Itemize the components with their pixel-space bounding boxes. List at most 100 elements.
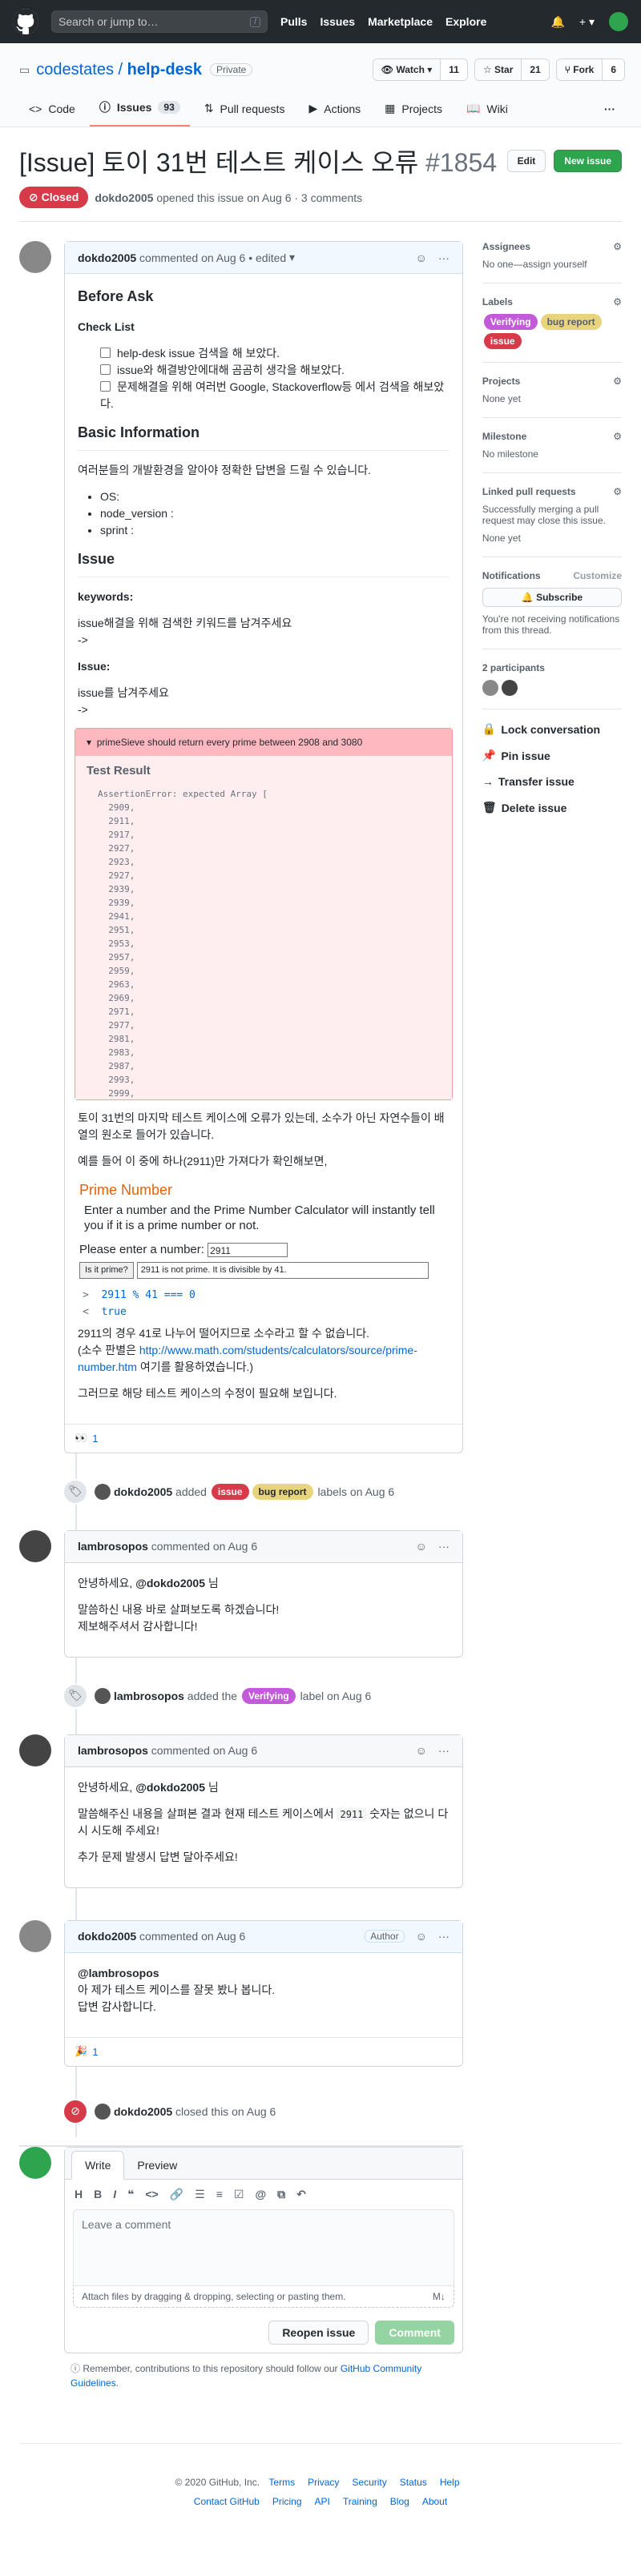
kebab-icon[interactable]: ··· [438,1540,450,1553]
attach-files[interactable]: Attach files by dragging & dropping, sel… [73,2285,454,2308]
footer-link[interactable]: Help [440,2477,460,2488]
gear-icon[interactable]: ⚙ [613,431,622,442]
link-icon[interactable]: 🔗 [170,2188,183,2201]
reopen-button[interactable]: Reopen issue [268,2320,369,2345]
plus-dropdown-icon[interactable]: + ▾ [579,15,595,29]
footer-link[interactable]: Status [400,2477,427,2488]
footer-link[interactable]: Privacy [308,2477,339,2488]
reply-icon[interactable]: ↶ [296,2188,306,2201]
heading-icon[interactable]: H [75,2188,83,2201]
footer-link[interactable]: Pricing [272,2496,302,2507]
smiley-icon[interactable]: ☺ [416,1930,427,1943]
label-issue[interactable]: issue [211,1483,249,1500]
footer-link[interactable]: Terms [268,2477,295,2488]
comment-button[interactable]: Comment [375,2320,454,2345]
label-verifying[interactable]: Verifying [241,1687,296,1704]
reference-icon[interactable]: ⧉ [277,2188,285,2201]
tab-pull-requests[interactable]: ⇅ Pull requests [195,102,295,127]
bold-icon[interactable]: B [94,2188,102,2201]
avatar [95,2103,111,2120]
reaction-bar[interactable]: 👀 1 [65,1423,462,1453]
transfer-issue[interactable]: → Transfer issue [482,775,622,788]
label-bug-report[interactable]: bug report [540,314,602,330]
footer-link[interactable]: Training [343,2496,377,2507]
label-verifying[interactable]: Verifying [483,314,538,330]
footer-link[interactable]: Security [352,2477,386,2488]
avatar[interactable] [19,241,51,273]
customize-link[interactable]: Customize [573,570,622,581]
calc-input: 2911 [208,1242,288,1257]
repo-name-link[interactable]: help-desk [127,61,202,78]
github-logo-icon[interactable] [13,9,38,34]
task-list-icon[interactable]: ☑ [234,2188,244,2201]
tab-actions[interactable]: ▶ Actions [299,102,370,127]
label-bug-report[interactable]: bug report [252,1483,313,1500]
heading-basic-info: Basic Information [78,422,450,451]
mention-icon[interactable]: @ [255,2188,266,2201]
participant-avatar[interactable] [482,680,498,696]
star-button[interactable]: ☆ Star 21 [474,58,550,81]
smiley-icon[interactable]: ☺ [416,1540,427,1553]
numbered-list-icon[interactable]: ≡ [216,2188,223,2201]
kebab-icon[interactable]: ··· [438,1744,450,1757]
calc-result-row: Is it prime? 2911 is not prime. It is di… [79,1260,450,1279]
tab-wiki[interactable]: 📖 Wiki [457,102,518,127]
check-item[interactable]: 문제해결을 위해 여러번 Google, Stackoverflow등 에서 검… [100,379,450,412]
user-avatar-icon[interactable] [609,12,628,31]
test-summary[interactable]: ▾ primeSieve should return every prime b… [75,729,452,756]
gear-icon[interactable]: ⚙ [613,376,622,387]
watch-button[interactable]: 👁 Watch ▾ 11 [372,58,468,81]
nav-pulls[interactable]: Pulls [280,15,307,28]
footer-link[interactable]: API [315,2496,330,2507]
code-icon[interactable]: <> [145,2188,158,2201]
quote-icon[interactable]: ❝ [127,2188,134,2201]
kebab-icon[interactable]: ··· [438,251,450,264]
bullet-list-icon[interactable]: ☰ [195,2188,205,2201]
participant-avatar[interactable] [501,680,518,696]
reaction-bar[interactable]: 🎉 1 [65,2036,462,2066]
more-icon[interactable]: ··· [595,102,625,127]
smiley-icon[interactable]: ☺ [416,1744,427,1757]
write-tab[interactable]: Write [71,2150,125,2180]
avatar[interactable] [19,1734,51,1766]
footer-link[interactable]: Contact GitHub [194,2496,260,2507]
tab-code[interactable]: <> Code [19,102,85,127]
check-item[interactable]: help-desk issue 검색을 해 보았다. [100,345,450,362]
closed-icon: ⊘ [62,2098,88,2124]
smiley-icon[interactable]: ☺ [416,251,427,264]
footer-link[interactable]: About [422,2496,447,2507]
fork-button[interactable]: ⑂ Fork 6 [555,58,625,81]
check-list: help-desk issue 검색을 해 보았다. issue와 해결방안에대… [100,345,450,412]
avatar[interactable] [19,1919,51,1952]
repo-owner-link[interactable]: codestates [36,61,114,78]
gear-icon[interactable]: ⚙ [613,486,622,497]
tab-issues[interactable]: ⓘ Issues 93 [89,99,190,127]
bell-icon[interactable]: 🔔 [550,15,564,29]
nav-marketplace[interactable]: Marketplace [368,15,433,28]
kebab-icon[interactable]: ··· [438,1930,450,1943]
preview-tab[interactable]: Preview [124,2152,190,2179]
nav-issues[interactable]: Issues [320,15,355,28]
new-issue-button[interactable]: New issue [554,150,622,172]
label-issue[interactable]: issue [483,333,522,349]
delete-issue[interactable]: 🗑 Delete issue [482,801,622,814]
italic-icon[interactable]: I [113,2188,116,2201]
tag-icon: 🏷 [62,1478,88,1505]
status-badge: ⊘ Closed [19,187,89,208]
subscribe-button[interactable]: 🔔 Subscribe [482,588,622,607]
check-item[interactable]: issue와 해결방안에대해 곰곰히 생각을 해보았다. [100,362,450,379]
pin-issue[interactable]: 📌 Pin issue [482,749,622,762]
tab-projects[interactable]: ▦ Projects [375,102,452,127]
gear-icon[interactable]: ⚙ [613,296,622,307]
text: issue를 남겨주세요 -> [78,686,169,716]
edit-button[interactable]: Edit [506,150,546,172]
footer-link[interactable]: Blog [390,2496,409,2507]
nav-explore[interactable]: Explore [445,15,486,28]
fork-label: ⑂ Fork [556,59,603,80]
comment-textarea[interactable]: Leave a comment [73,2208,454,2286]
avatar[interactable] [19,1529,51,1562]
issue-author[interactable]: dokdo2005 [95,191,153,204]
search-input[interactable]: Search or jump to… / [51,10,268,33]
gear-icon[interactable]: ⚙ [613,241,622,252]
lock-conversation[interactable]: 🔒 Lock conversation [482,722,622,736]
